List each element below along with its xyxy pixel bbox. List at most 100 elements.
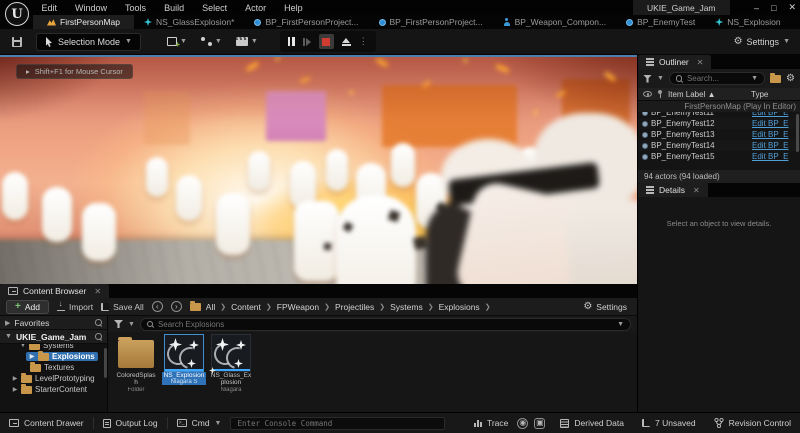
save-icon [12,37,22,47]
eye-icon[interactable] [643,91,652,97]
save-level-button[interactable] [12,37,22,47]
tree-scrollbar[interactable] [104,348,107,378]
cmd-dropdown[interactable]: >_ Cmd ▼ [168,413,231,433]
selection-mode-dropdown[interactable]: Selection Mode ▼ [36,33,141,51]
asset-searchbox[interactable]: ▼ [140,318,631,331]
tab-bp-firstpersonproject-2[interactable]: BP_FirstPersonProject... [369,15,493,29]
tree-item-explosions[interactable]: ▶ Explosions [0,351,107,362]
outliner-row[interactable]: BP_EnemyTest12 Edit BP_E [638,118,800,129]
asset-search-input[interactable] [158,320,613,329]
breadcrumb-projectiles[interactable]: Projectiles [335,302,374,312]
breadcrumb-systems[interactable]: Systems [390,302,423,312]
add-button[interactable]: + Add [6,300,49,314]
level-viewport[interactable]: ▸ Shift+F1 for Mouse Cursor [0,55,637,284]
cinematics-dropdown[interactable]: ▼ [236,37,258,46]
menu-build[interactable]: Build [155,0,193,15]
close-icon[interactable]: ✕ [94,287,101,296]
pin-icon[interactable] [657,90,663,98]
play-options-menu[interactable]: ⋮ [359,36,368,47]
toolbar-settings-dropdown[interactable]: ⚙ Settings ▼ [734,37,790,47]
outliner-row[interactable]: BP_EnemyTest15 Edit BP_E [638,151,800,162]
tab-details[interactable]: Details ✕ [638,183,708,197]
unsaved-button[interactable]: 7 Unsaved [633,413,705,433]
forward-button[interactable]: › [171,301,182,312]
tree-item-systems[interactable]: ▼ Systems [0,344,107,351]
save-all-button[interactable]: Save All [101,302,144,312]
menu-edit[interactable]: Edit [33,0,67,15]
maximize-button[interactable]: □ [771,3,776,13]
new-folder-icon[interactable] [770,75,781,83]
content-browser-settings[interactable]: ⚙ Settings [583,302,627,312]
edit-blueprint-link[interactable]: Edit BP_E [752,112,796,117]
eject-button[interactable] [342,38,351,46]
tab-ns-glassexplosion[interactable]: NS_GlassExplosion* [134,15,244,29]
outliner-searchbox[interactable]: ▼ [669,72,765,85]
outliner-row[interactable]: BP_EnemyTest14 Edit BP_E [638,140,800,151]
tab-bp-enemytest[interactable]: BP_EnemyTest [616,15,705,29]
revision-control-button[interactable]: Revision Control [705,413,800,433]
filter-icon[interactable] [114,320,123,328]
tab-ns-explosion[interactable]: NS_Explosion [705,15,790,29]
tree-item-textures[interactable]: Textures [0,362,107,373]
pause-button[interactable] [288,37,295,46]
content-drawer-button[interactable]: Content Drawer [0,413,93,433]
chevron-down-icon[interactable]: ▼ [128,321,135,328]
menu-select[interactable]: Select [193,0,236,15]
frame-skip-button[interactable] [303,38,311,46]
menu-help[interactable]: Help [275,0,312,15]
back-button[interactable]: ‹ [152,301,163,312]
tab-bp-firstpersonproject-1[interactable]: BP_FirstPersonProject... [244,15,368,29]
import-button[interactable]: Import [57,302,93,312]
insights-icon[interactable]: ◉ [517,418,528,429]
edit-blueprint-link[interactable]: Edit BP_E [752,119,796,128]
column-item-label[interactable]: Item Label ▲ [668,90,746,99]
project-section[interactable]: ▼ UKIE_Game_Jam [0,330,107,344]
outliner-scrollbar[interactable] [796,114,799,152]
screenshot-icon[interactable]: ▣ [534,418,545,429]
breadcrumb-fpweapon[interactable]: FPWeapon [277,302,319,312]
breadcrumb-explosions[interactable]: Explosions [439,302,480,312]
tree-item-levelprototyping[interactable]: ▶ LevelPrototyping [0,373,107,384]
close-icon[interactable]: ✕ [693,186,700,195]
edit-blueprint-link[interactable]: Edit BP_E [752,152,796,161]
tree-item-startercontent[interactable]: ▶ StarterContent [0,384,107,395]
breadcrumb-all[interactable]: All [206,302,215,312]
favorites-section[interactable]: ▶ Favorites [0,316,107,330]
asset-coloredsplash[interactable]: ColoredSplash Folder [114,334,158,393]
menu-tools[interactable]: Tools [116,0,155,15]
close-icon[interactable]: ✕ [697,58,704,67]
chevron-down-icon[interactable]: ▼ [657,75,664,82]
gear-icon[interactable]: ⚙ [786,74,795,84]
outliner-row[interactable]: BP_EnemyTest13 Edit BP_E [638,129,800,140]
blueprints-dropdown[interactable]: ▼ [201,37,222,46]
close-button[interactable]: ✕ [788,2,796,13]
tab-bp-weapon-component[interactable]: BP_Weapon_Compon... [493,15,617,29]
chevron-down-icon[interactable]: ▼ [751,75,758,82]
chevron-down-icon[interactable]: ▼ [617,321,624,328]
trace-button[interactable]: Trace [465,413,517,433]
asset-ns-explosion[interactable]: NS_Explosion Niagara S [162,334,206,385]
asset-ns-glass-explosion[interactable]: NS_Glass_Explosion Niagara [209,334,253,393]
derived-data-button[interactable]: Derived Data [551,413,633,433]
console-command-input[interactable] [230,417,445,430]
add-actor-dropdown[interactable]: ▼ [167,37,187,46]
tab-content-browser[interactable]: Content Browser ✕ [0,284,109,298]
stop-button[interactable] [319,34,334,49]
outliner-search-input[interactable] [687,74,747,83]
outliner-row-map[interactable]: FirstPersonMap (Play In Editor) [638,101,800,112]
column-type[interactable]: Type [751,90,795,99]
menu-actor[interactable]: Actor [236,0,275,15]
tab-label: NS_Explosion [727,17,780,27]
minimize-button[interactable]: – [754,3,759,13]
breadcrumb-content[interactable]: Content [231,302,261,312]
filter-icon[interactable] [643,75,652,83]
menu-window[interactable]: Window [66,0,116,15]
tab-outliner[interactable]: Outliner ✕ [638,55,711,69]
niagara-icon [715,18,723,26]
tab-firstpersonmap[interactable]: FirstPersonMap [33,15,134,29]
output-log-button[interactable]: Output Log [94,413,167,433]
search-icon[interactable] [95,333,102,340]
search-icon[interactable] [95,319,102,326]
edit-blueprint-link[interactable]: Edit BP_E [752,141,796,150]
edit-blueprint-link[interactable]: Edit BP_E [752,130,796,139]
